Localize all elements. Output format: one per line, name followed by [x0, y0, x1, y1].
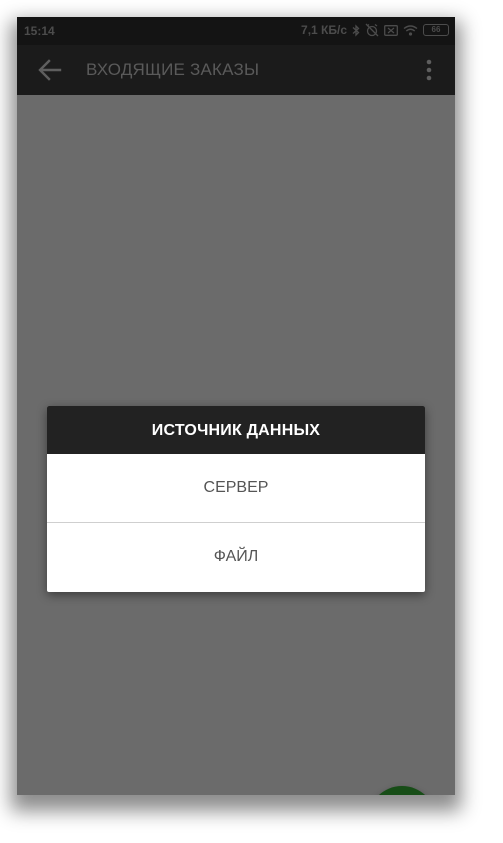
network-speed: 7,1 КБ/с: [301, 23, 347, 37]
data-source-dialog: ИСТОЧНИК ДАННЫХ СЕРВЕР ФАЙЛ: [47, 406, 425, 592]
add-button[interactable]: [368, 786, 436, 795]
arrow-back-icon[interactable]: [37, 58, 63, 82]
dialog-title: ИСТОЧНИК ДАННЫХ: [47, 406, 425, 454]
battery-icon: 66: [423, 24, 449, 36]
option-file[interactable]: ФАЙЛ: [47, 523, 425, 591]
more-vert-icon[interactable]: [421, 58, 437, 82]
bluetooth-icon: [352, 23, 360, 37]
sim-icon: [384, 24, 398, 36]
wifi-icon: [403, 24, 418, 36]
status-icons: 7,1 КБ/с 66: [301, 23, 449, 37]
option-server[interactable]: СЕРВЕР: [47, 454, 425, 522]
page-title: ВХОДЯЩИЕ ЗАКАЗЫ: [86, 60, 260, 79]
dimmed-content-scrim[interactable]: ИСТОЧНИК ДАННЫХ СЕРВЕР ФАЙЛ: [17, 95, 455, 795]
alarm-off-icon: [365, 23, 379, 37]
status-time: 15:14: [24, 24, 55, 38]
phone-screen: 15:14 7,1 КБ/с 66 ВХОДЯЩИЕ ЗАКАЗЫ ИСТОЧН…: [17, 17, 455, 795]
app-bar: ВХОДЯЩИЕ ЗАКАЗЫ: [17, 45, 455, 95]
status-bar: 15:14 7,1 КБ/с 66: [17, 17, 455, 45]
